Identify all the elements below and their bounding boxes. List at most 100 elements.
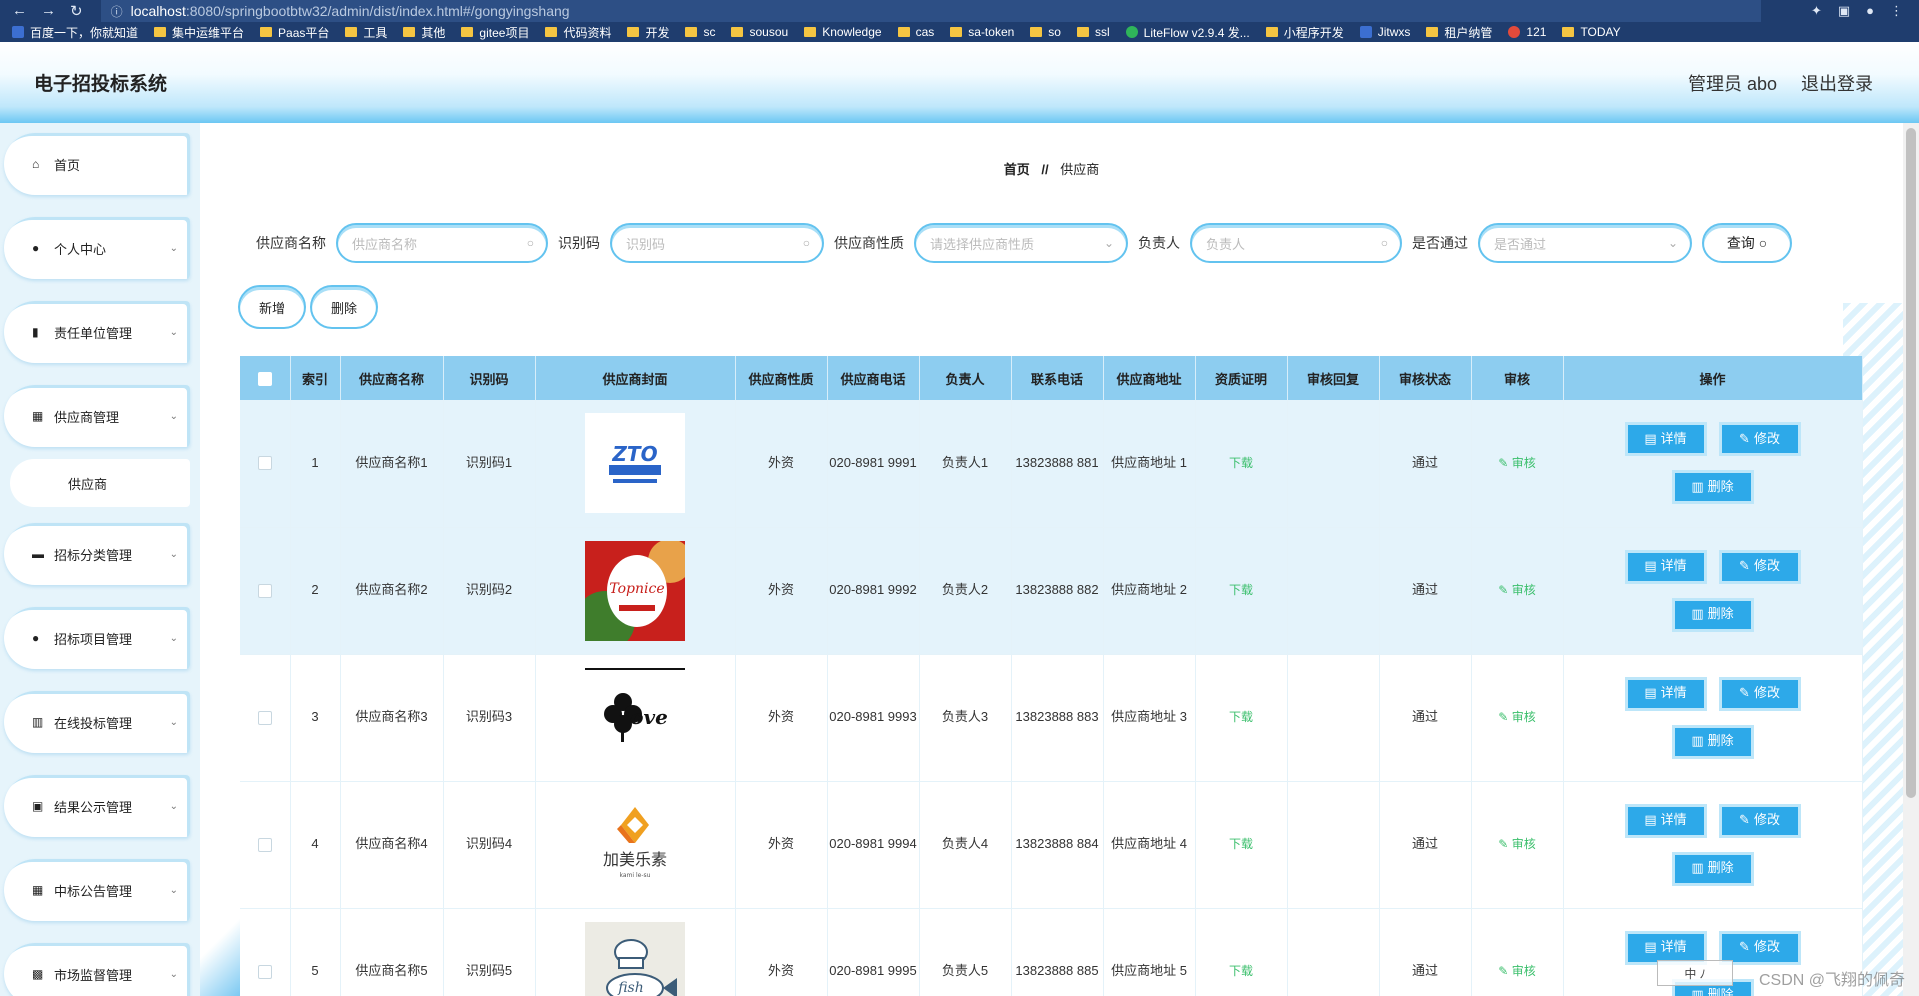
sidebar-item-profile[interactable]: ● 个人中心 ⌄ bbox=[4, 217, 190, 279]
download-link[interactable]: 下载 bbox=[1229, 710, 1253, 724]
scrollbar-thumb[interactable] bbox=[1906, 128, 1916, 798]
row-checkbox[interactable] bbox=[257, 837, 272, 852]
bookmark-item[interactable]: Jitwxs bbox=[1359, 25, 1410, 39]
sidepanel-icon[interactable]: ▣ bbox=[1838, 3, 1850, 19]
delete-button[interactable]: ▥ 删除 bbox=[1671, 597, 1754, 632]
select-all-checkbox[interactable] bbox=[257, 371, 272, 386]
supplier-cover-image[interactable]: ZTO bbox=[585, 413, 685, 514]
row-checkbox[interactable] bbox=[257, 456, 272, 471]
audit-link[interactable]: ✎ 审核 bbox=[1498, 964, 1535, 978]
table-row[interactable]: 5 供应商名称5 识别码5 fish 外资 020-8981 9995 负责人5 138238… bbox=[240, 908, 1863, 996]
bookmark-item[interactable]: LiteFlow v2.9.4 发... bbox=[1125, 24, 1250, 41]
row-select-cell[interactable] bbox=[240, 527, 291, 655]
bulk-delete-button[interactable]: 删除 bbox=[310, 285, 378, 329]
row-checkbox[interactable] bbox=[257, 964, 272, 979]
detail-button[interactable]: ▤ 详情 bbox=[1624, 803, 1707, 838]
audit-link[interactable]: ✎ 审核 bbox=[1498, 583, 1535, 597]
bookmark-item[interactable]: sa-token bbox=[950, 25, 1014, 39]
bookmark-item[interactable]: so bbox=[1030, 25, 1061, 39]
bookmark-item[interactable]: sc bbox=[685, 25, 715, 39]
sidebar-item-result-publicity[interactable]: ▣ 结果公示管理 ⌄ bbox=[4, 775, 190, 837]
download-link[interactable]: 下载 bbox=[1229, 837, 1253, 851]
reload-icon[interactable]: ↻ bbox=[70, 2, 83, 20]
bookmark-item[interactable]: ssl bbox=[1076, 25, 1110, 39]
bookmark-item[interactable]: 开发 bbox=[627, 24, 669, 41]
sidebar-item-home[interactable]: ⌂ 首页 bbox=[4, 133, 190, 195]
row-select-cell[interactable] bbox=[240, 400, 291, 528]
row-select-cell[interactable] bbox=[240, 654, 291, 782]
download-link[interactable]: 下载 bbox=[1229, 964, 1253, 978]
audit-link[interactable]: ✎ 审核 bbox=[1498, 837, 1535, 851]
sidebar-item-responsible-unit[interactable]: ▮ 责任单位管理 ⌄ bbox=[4, 301, 190, 363]
chevron-down-icon: ⌄ bbox=[169, 548, 178, 560]
supplier-nature-select[interactable]: 请选择供应商性质 ⌄ bbox=[914, 223, 1128, 263]
supplier-cover-image[interactable]: fish bbox=[585, 921, 685, 996]
add-button[interactable]: 新增 bbox=[238, 285, 306, 329]
table-row[interactable]: 1 供应商名称1 识别码1 ZTO 外资 020-8981 9991 负责人1 1382388… bbox=[240, 400, 1863, 528]
bookmark-item[interactable]: 工具 bbox=[345, 24, 387, 41]
profile-icon[interactable]: ● bbox=[1866, 3, 1874, 19]
row-select-cell[interactable] bbox=[240, 908, 291, 996]
cell-reply bbox=[1287, 527, 1380, 655]
audit-link[interactable]: ✎ 审核 bbox=[1498, 456, 1535, 470]
supplier-cover-image[interactable]: 加美乐素 kami le-su bbox=[585, 794, 685, 895]
sidebar-item-online-bid[interactable]: ▥ 在线投标管理 ⌄ bbox=[4, 691, 190, 753]
sidebar-item-bid-category[interactable]: ▬ 招标分类管理 ⌄ bbox=[4, 523, 190, 585]
row-checkbox[interactable] bbox=[257, 583, 272, 598]
pass-select[interactable]: 是否通过 ⌄ bbox=[1478, 223, 1692, 263]
row-select-cell[interactable] bbox=[240, 781, 291, 909]
bookmark-item[interactable]: Paas平台 bbox=[260, 24, 329, 41]
bookmark-item[interactable]: gitee项目 bbox=[461, 24, 529, 41]
download-link[interactable]: 下载 bbox=[1229, 583, 1253, 597]
supplier-cover-image[interactable]: ove bbox=[585, 667, 685, 768]
bookmark-item[interactable]: 百度一下，你就知道 bbox=[12, 24, 138, 41]
breadcrumb-home[interactable]: 首页 bbox=[1004, 162, 1030, 177]
sidebar-item-market-supervision[interactable]: ▩ 市场监督管理 ⌄ bbox=[4, 943, 190, 996]
audit-link[interactable]: ✎ 审核 bbox=[1498, 710, 1535, 724]
sidebar-item-award-notice[interactable]: ▦ 中标公告管理 ⌄ bbox=[4, 859, 190, 921]
supplier-cover-image[interactable]: Topnice bbox=[585, 540, 685, 641]
row-checkbox[interactable] bbox=[257, 710, 272, 725]
bookmark-item[interactable]: cas bbox=[897, 25, 934, 39]
detail-button[interactable]: ▤ 详情 bbox=[1624, 549, 1707, 584]
delete-button[interactable]: ▥ 删除 bbox=[1671, 724, 1754, 759]
edit-button[interactable]: ✎ 修改 bbox=[1718, 803, 1801, 838]
bookmark-item[interactable]: 集中运维平台 bbox=[154, 24, 244, 41]
cell-phone: 020-8981 9992 bbox=[827, 527, 920, 655]
table-row[interactable]: 4 供应商名称4 识别码4 加美乐素 kami le-su 外资 020-8981 9994… bbox=[240, 781, 1863, 909]
bookmark-item[interactable]: 租户纳管 bbox=[1426, 24, 1492, 41]
table-row[interactable]: 2 供应商名称2 识别码2 Topnice 外资 020-8981 9992 负责人2 138… bbox=[240, 527, 1863, 655]
table-row[interactable]: 3 供应商名称3 识别码3 ove 外资 020-8981 9993 负责人3 1382388… bbox=[240, 654, 1863, 782]
query-button[interactable]: 查询 ○ bbox=[1702, 223, 1792, 263]
detail-button[interactable]: ▤ 详情 bbox=[1624, 422, 1707, 457]
delete-button[interactable]: ▥ 删除 bbox=[1671, 470, 1754, 505]
bookmark-item[interactable]: sousou bbox=[731, 25, 788, 39]
edit-button[interactable]: ✎ 修改 bbox=[1718, 676, 1801, 711]
logout-link[interactable]: 退出登录 bbox=[1801, 70, 1873, 96]
bookmark-item[interactable]: 121 bbox=[1508, 25, 1546, 39]
cell-certificate: 下载 bbox=[1195, 400, 1288, 528]
sidebar-item-supplier-management[interactable]: ▦ 供应商管理 ⌄ bbox=[4, 385, 190, 447]
bookmark-item[interactable]: Knowledge bbox=[804, 25, 882, 39]
url-field[interactable]: ⓘ localhost:8080/springbootbtw32/admin/d… bbox=[100, 0, 1761, 22]
code-input[interactable]: 识别码 ○ bbox=[610, 223, 824, 263]
bookmark-item[interactable]: 代码资料 bbox=[545, 24, 611, 41]
owner-input[interactable]: 负责人 ○ bbox=[1190, 223, 1402, 263]
extensions-icon[interactable]: ✦ bbox=[1811, 3, 1822, 19]
more-icon[interactable]: ⋮ bbox=[1890, 3, 1903, 19]
back-icon[interactable]: ← bbox=[12, 2, 27, 20]
sidebar-subitem-supplier[interactable]: 供应商 bbox=[10, 459, 190, 507]
detail-button[interactable]: ▤ 详情 bbox=[1624, 676, 1707, 711]
supplier-name-input[interactable]: 供应商名称 ○ bbox=[336, 223, 548, 263]
select-all-cell[interactable] bbox=[240, 356, 291, 400]
bookmark-item[interactable]: 小程序开发 bbox=[1265, 24, 1344, 41]
edit-button[interactable]: ✎ 修改 bbox=[1718, 422, 1801, 457]
delete-button[interactable]: ▥ 删除 bbox=[1671, 851, 1754, 886]
bookmark-item[interactable]: 其他 bbox=[403, 24, 445, 41]
edit-button[interactable]: ✎ 修改 bbox=[1718, 549, 1801, 584]
info-icon[interactable]: ⓘ bbox=[111, 3, 123, 20]
download-link[interactable]: 下载 bbox=[1229, 456, 1253, 470]
forward-icon[interactable]: → bbox=[41, 2, 56, 20]
bookmark-item[interactable]: TODAY bbox=[1562, 25, 1621, 39]
sidebar-item-bid-project[interactable]: ● 招标项目管理 ⌄ bbox=[4, 607, 190, 669]
